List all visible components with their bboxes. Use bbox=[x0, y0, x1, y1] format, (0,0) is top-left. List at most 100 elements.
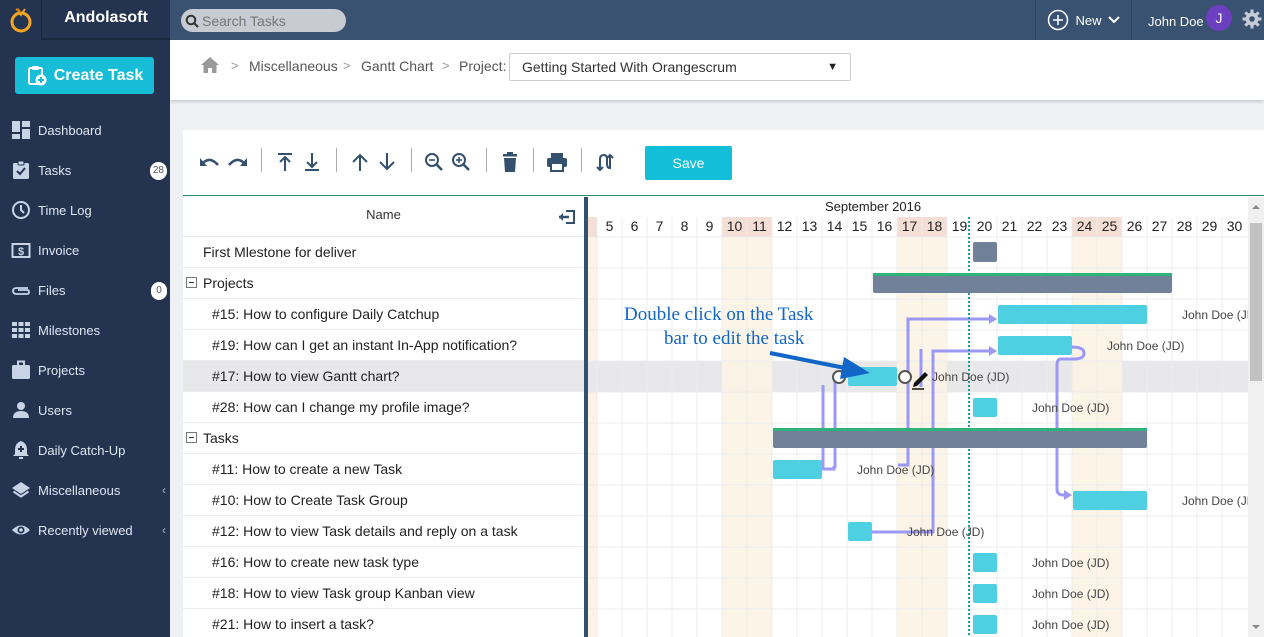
day-label: 19 bbox=[952, 218, 968, 234]
collapse-toggle-icon[interactable] bbox=[186, 277, 197, 289]
sidebar-item-projects[interactable]: Projects bbox=[0, 350, 170, 390]
search-box[interactable] bbox=[181, 9, 346, 32]
sidebar-item-miscellaneous[interactable]: Miscellaneous ‹ bbox=[0, 470, 170, 510]
home-icon[interactable] bbox=[200, 56, 220, 74]
group-row[interactable]: Tasks bbox=[183, 423, 584, 454]
save-button[interactable]: Save bbox=[645, 146, 732, 180]
weekend-column bbox=[588, 237, 597, 637]
link-handle-end[interactable] bbox=[898, 370, 912, 384]
sidebar-item-time-log[interactable]: Time Log bbox=[0, 190, 170, 230]
sidebar-item-dashboard[interactable]: Dashboard bbox=[0, 110, 170, 150]
task-bar[interactable] bbox=[973, 398, 997, 417]
day-label: 9 bbox=[706, 218, 714, 234]
sidebar-item-label: Daily Catch-Up bbox=[38, 442, 126, 458]
indent-top-button[interactable] bbox=[273, 150, 297, 174]
scroll-down-icon[interactable] bbox=[1252, 625, 1260, 629]
settings-button[interactable] bbox=[1242, 9, 1262, 34]
task-bar[interactable] bbox=[998, 336, 1072, 355]
name-column-header[interactable]: Name bbox=[366, 207, 401, 222]
sidebar-item-files[interactable]: Files 0 bbox=[0, 270, 170, 310]
task-bar[interactable] bbox=[973, 615, 997, 634]
milestone-bar[interactable] bbox=[973, 242, 997, 262]
move-down-button[interactable] bbox=[375, 150, 399, 174]
task-row[interactable]: #17: How to view Gantt chart? bbox=[183, 361, 584, 392]
search-icon bbox=[185, 14, 199, 28]
create-task-button[interactable]: Create Task bbox=[15, 57, 154, 94]
day-label: 16 bbox=[877, 218, 893, 234]
scroll-thumb[interactable] bbox=[1250, 223, 1262, 381]
move-up-button[interactable] bbox=[348, 150, 372, 174]
sidebar-item-invoice[interactable]: $ Invoice bbox=[0, 230, 170, 270]
task-row[interactable]: #16: How to create new task type bbox=[183, 547, 584, 578]
logo[interactable] bbox=[0, 0, 42, 40]
task-bar[interactable] bbox=[998, 305, 1147, 324]
print-button[interactable] bbox=[545, 150, 569, 174]
task-row[interactable]: #19: How can I get an instant In-App not… bbox=[183, 330, 584, 361]
task-bar[interactable] bbox=[773, 460, 822, 479]
search-input[interactable] bbox=[202, 12, 342, 29]
redo-icon bbox=[228, 158, 247, 166]
delete-button[interactable] bbox=[498, 150, 522, 174]
sidebar-item-label: Dashboard bbox=[38, 122, 102, 138]
indent-bottom-button[interactable] bbox=[300, 150, 324, 174]
toolbar-divider bbox=[411, 148, 412, 172]
redo-button[interactable] bbox=[225, 150, 249, 174]
sidebar-item-label: Milestones bbox=[38, 322, 101, 338]
task-row[interactable]: #21: How to insert a task? bbox=[183, 609, 584, 637]
brand-name: Andolasoft bbox=[42, 0, 170, 40]
task-row[interactable]: #18: How to view Task group Kanban view bbox=[183, 578, 584, 609]
day-label: 7 bbox=[656, 218, 664, 234]
task-row[interactable]: First Mlestone for deliver bbox=[183, 237, 584, 268]
chevron-left-icon[interactable]: ‹ bbox=[162, 483, 166, 497]
collapse-grid-icon[interactable] bbox=[558, 210, 576, 224]
breadcrumb-gantt-chart[interactable]: Gantt Chart bbox=[361, 58, 433, 74]
toolbar-divider bbox=[261, 148, 262, 172]
zoom-out-button[interactable] bbox=[422, 150, 446, 174]
gantt-toolbar: Save bbox=[183, 130, 1264, 196]
critical-path-button[interactable] bbox=[593, 150, 617, 174]
sidebar-item-label: Miscellaneous bbox=[38, 482, 121, 498]
zoom-in-button[interactable] bbox=[449, 150, 473, 174]
collapse-toggle-icon[interactable] bbox=[186, 432, 197, 444]
vertical-scrollbar[interactable] bbox=[1248, 197, 1264, 637]
user-name[interactable]: John Doe bbox=[1148, 14, 1204, 29]
layers-icon bbox=[11, 480, 31, 500]
clipboard-plus-icon bbox=[27, 65, 47, 85]
task-row[interactable]: #28: How can I change my profile image? bbox=[183, 392, 584, 423]
scroll-up-icon[interactable] bbox=[1252, 205, 1260, 209]
gantt-timeline: 5 6 7 8 9 10 11 12 13 14 15 16 17 18 19 20 21 22 23 24 25 26 2… bbox=[588, 197, 1248, 637]
sidebar-item-tasks[interactable]: Tasks 28 bbox=[0, 150, 170, 190]
sidebar-item-users[interactable]: Users bbox=[0, 390, 170, 430]
task-bar[interactable] bbox=[973, 553, 997, 572]
sidebar-item-recently-viewed[interactable]: Recently viewed ‹ bbox=[0, 510, 170, 550]
group-row[interactable]: Projects bbox=[183, 268, 584, 299]
task-grid: Name First Mlestone for deliver Projects #… bbox=[183, 197, 584, 637]
task-row[interactable]: #11: How to create a new Task bbox=[183, 454, 584, 485]
task-bar[interactable] bbox=[1073, 491, 1147, 510]
avatar[interactable]: J bbox=[1206, 5, 1232, 31]
task-bar[interactable] bbox=[848, 522, 872, 541]
sidebar-item-daily-catch-up[interactable]: Daily Catch-Up bbox=[0, 430, 170, 470]
trash-icon bbox=[503, 152, 517, 172]
group-progress-bar bbox=[873, 273, 1172, 276]
project-select[interactable]: Getting Started With Orangescrum ▼ bbox=[509, 53, 851, 81]
breadcrumb-separator: > bbox=[442, 58, 450, 73]
task-name: #17: How to view Gantt chart? bbox=[212, 368, 400, 384]
breadcrumb-miscellaneous[interactable]: Miscellaneous bbox=[249, 58, 338, 74]
assignee-label: John Doe (JD) bbox=[1182, 308, 1248, 322]
chevron-left-icon[interactable]: ‹ bbox=[162, 523, 166, 537]
new-button[interactable]: New bbox=[1035, 0, 1132, 40]
task-name: #18: How to view Task group Kanban view bbox=[212, 585, 475, 601]
task-row[interactable]: #12: How to view Task details and reply … bbox=[183, 516, 584, 547]
task-row[interactable]: #15: How to configure Daily Catchup bbox=[183, 299, 584, 330]
undo-button[interactable] bbox=[198, 150, 222, 174]
day-label: 20 bbox=[977, 218, 993, 234]
arrow-to-bottom-icon bbox=[305, 153, 319, 171]
task-bar[interactable] bbox=[973, 584, 997, 603]
day-label: 26 bbox=[1127, 218, 1143, 234]
zoom-in-icon bbox=[452, 153, 470, 171]
sidebar-item-milestones[interactable]: Milestones bbox=[0, 310, 170, 350]
task-row[interactable]: #10: How to Create Task Group bbox=[183, 485, 584, 516]
day-label: 5 bbox=[606, 218, 614, 234]
new-label: New bbox=[1075, 12, 1102, 28]
